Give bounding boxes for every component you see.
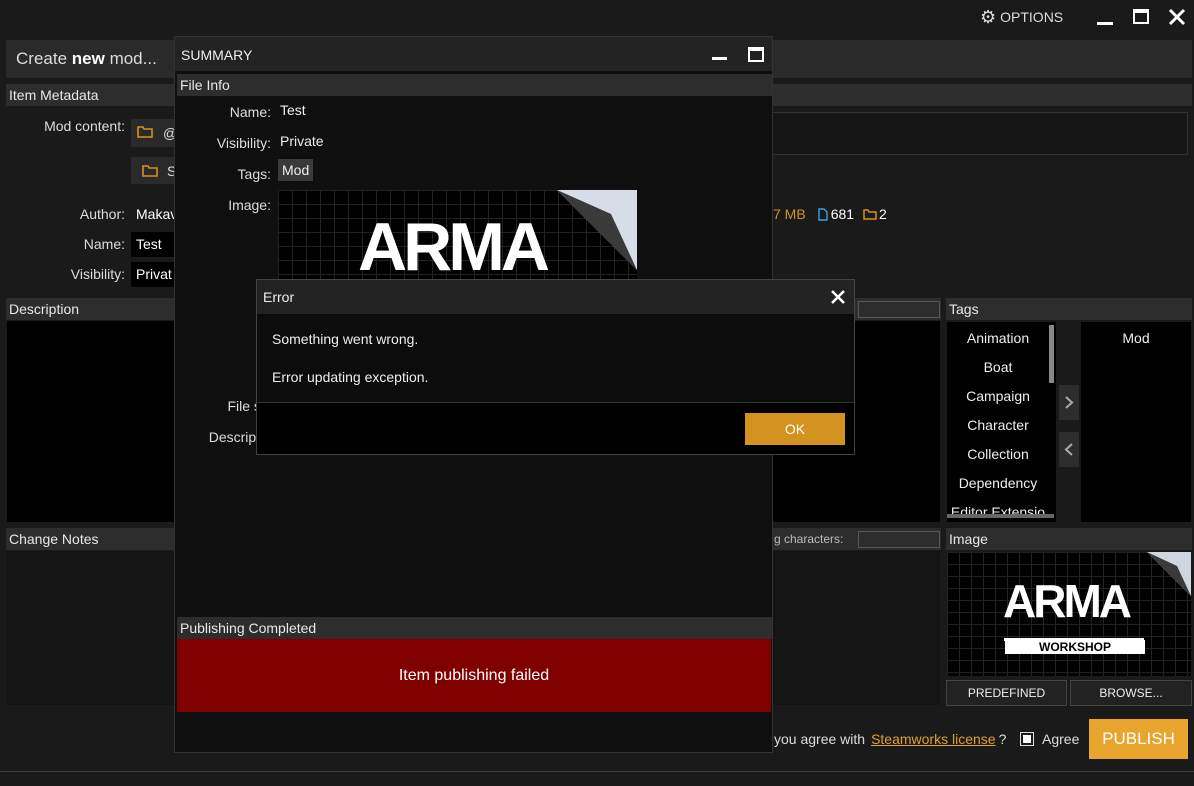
close-window-button[interactable] (1168, 8, 1186, 26)
author-value: Makav (136, 206, 178, 222)
description-counter-box (858, 301, 940, 318)
bottom-divider (0, 771, 1194, 772)
tag-list-scrollbar[interactable] (1049, 325, 1054, 383)
error-message-1: Something went wrong. (272, 331, 419, 347)
image-header: Image (946, 528, 1192, 550)
summary-title: SUMMARY (181, 47, 253, 63)
summary-name-value: Test (280, 102, 306, 118)
available-tags-list[interactable]: Animation Boat Campaign Character Collection… (947, 322, 1056, 522)
top-bar: ⚙ OPTIONS (0, 0, 1194, 34)
tag-list-item[interactable]: Editor Extensio (947, 496, 1049, 522)
summary-titlebar: SUMMARY (175, 37, 772, 71)
tag-list-item[interactable]: Dependency (947, 467, 1049, 496)
file-icon (817, 207, 828, 221)
tag-list-item[interactable]: Boat (947, 351, 1049, 380)
visibility-select-value: Privat (136, 266, 172, 282)
license-row: you agree with Steamworks license ? (774, 731, 1006, 747)
tag-list-item[interactable]: Animation (947, 322, 1049, 351)
mod-image-preview: ARMA WORKSHOP (947, 552, 1191, 676)
size-value: 7 MB (773, 206, 806, 222)
visibility-label: Visibility: (70, 266, 125, 282)
page-title: Create new mod... (16, 49, 157, 68)
error-title: Error (263, 289, 295, 305)
summary-tags-label: Tags: (237, 166, 271, 182)
name-label: Name: (83, 236, 125, 252)
selected-tag-items: Mod (1081, 322, 1191, 351)
folder-icon (863, 209, 877, 220)
steamworks-license-link[interactable]: Steamworks license (871, 731, 996, 747)
tags-header: Tags (946, 298, 1192, 320)
mod-content-label: Mod content: (44, 118, 125, 134)
summary-visibility-value: Private (280, 133, 324, 149)
publish-button[interactable]: PUBLISH (1089, 719, 1188, 759)
name-field-value: Test (136, 236, 162, 252)
tag-list-hscrollbar[interactable] (947, 514, 1054, 518)
tag-list-items: Animation Boat Campaign Character Collection… (947, 322, 1056, 522)
folder-count: 2 (879, 206, 887, 222)
ok-button[interactable]: OK (745, 413, 845, 445)
summary-image-preview: ARMA (278, 190, 637, 280)
error-dialog: Error Something went wrong. Error updati… (256, 279, 855, 455)
tag-list-item[interactable]: Character (947, 409, 1049, 438)
chevron-left-icon (1064, 443, 1073, 456)
file-stats: 7 MB 681 2 (773, 206, 887, 222)
page-curl-icon (1147, 552, 1191, 596)
tag-list-item[interactable]: Campaign (947, 380, 1049, 409)
error-titlebar: Error (257, 280, 854, 314)
close-icon (1168, 8, 1186, 26)
error-close-button[interactable] (830, 289, 846, 305)
summary-maximize-button[interactable] (748, 47, 764, 62)
file-count: 681 (830, 206, 855, 222)
arma-logo-text: ARMA (1003, 575, 1132, 627)
predefined-button[interactable]: PREDEFINED (946, 680, 1067, 706)
summary-image-label: Image: (228, 197, 271, 213)
author-label: Author: (79, 206, 125, 222)
summary-tag-chip: Mod (278, 159, 314, 181)
summary-name-label: Name: (229, 104, 271, 120)
agree-label: Agree (1042, 731, 1080, 747)
mod-content-list-box[interactable] (772, 112, 1188, 155)
arma-logo-text: ARMA (358, 209, 550, 280)
minimize-icon (1097, 22, 1113, 25)
maximize-window-button[interactable] (1133, 9, 1149, 25)
minimize-window-button[interactable] (1097, 8, 1113, 26)
options-label: OPTIONS (1000, 9, 1064, 25)
options-button[interactable]: ⚙ OPTIONS (980, 7, 1063, 27)
summary-minimize-button[interactable] (712, 57, 727, 60)
selected-tags-list[interactable]: Mod (1081, 322, 1191, 522)
checkbox-check (1023, 735, 1031, 743)
change-notes-counter-box (858, 531, 940, 548)
publishing-status-message: Item publishing failed (398, 667, 550, 684)
maximize-icon (1133, 9, 1149, 24)
chevron-right-icon (1065, 396, 1074, 409)
error-message-area: Something went wrong. Error updating exc… (257, 314, 854, 402)
workshop-logo-text: WORKSHOP (1005, 640, 1145, 654)
folder-icon (137, 126, 153, 138)
license-suffix: ? (998, 731, 1007, 747)
gear-icon: ⚙ (980, 7, 997, 27)
close-icon (831, 290, 845, 304)
remove-tag-button[interactable] (1059, 432, 1079, 467)
agree-checkbox[interactable] (1020, 732, 1034, 746)
summary-visibility-label: Visibility: (216, 135, 271, 151)
browse-button[interactable]: BROWSE... (1070, 680, 1192, 706)
error-divider (257, 402, 854, 403)
remaining-characters-label: g characters: (774, 532, 844, 546)
error-message-2: Error updating exception. (272, 369, 429, 385)
page-curl-icon (557, 190, 637, 270)
selected-tag-item[interactable]: Mod (1081, 322, 1191, 351)
publishing-completed-header: Publishing Completed (177, 617, 772, 639)
file-info-header: File Info (177, 74, 772, 96)
add-tag-button[interactable] (1059, 385, 1079, 420)
folder-icon (142, 165, 158, 177)
license-prefix: you agree with (774, 731, 866, 747)
publishing-status-banner: Item publishing failed (177, 639, 771, 712)
tag-list-item[interactable]: Collection (947, 438, 1049, 467)
